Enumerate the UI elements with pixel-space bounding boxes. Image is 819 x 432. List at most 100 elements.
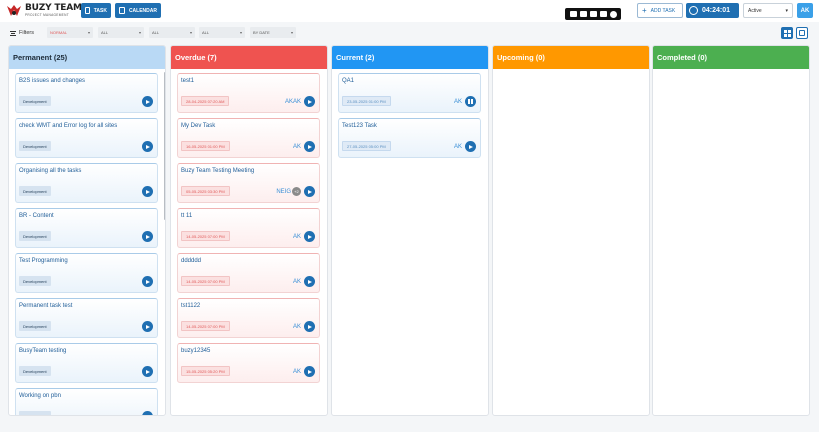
due-date-badge: 14-05-2025 07:00 PM — [181, 276, 230, 286]
category-badge: Development — [19, 186, 51, 196]
task-card[interactable]: dddddd 14-05-2025 07:00 PM AK — [177, 253, 320, 293]
task-card[interactable]: My Dev Task 16-05-2025 01:00 PM AK — [177, 118, 320, 158]
due-date-badge: 14-05-2025 07:00 PM — [181, 321, 230, 331]
assignee-initials: AK — [454, 142, 462, 151]
due-date-badge: 14-05-2025 07:00 PM — [181, 231, 230, 241]
video-icon[interactable] — [589, 11, 597, 17]
sort-select[interactable]: BY DATE ▾ — [250, 27, 296, 38]
scrollbar[interactable] — [164, 72, 165, 220]
add-task-button[interactable]: + ADD TASK — [637, 3, 683, 18]
task-card[interactable]: Buzy Team Testing Meeting 05-05-2025 03:3… — [177, 163, 320, 203]
chevron-down-icon: ▾ — [290, 30, 293, 35]
gear-icon[interactable] — [609, 10, 617, 18]
task-card[interactable]: BusyTeam testing Development — [15, 343, 158, 383]
task-nav-button[interactable]: TASK — [81, 3, 111, 18]
task-card[interactable]: BR - Content Development — [15, 208, 158, 248]
task-title[interactable]: tt 11 — [181, 213, 192, 219]
board-view-button[interactable] — [781, 27, 793, 39]
filter-select-3[interactable]: ALL ▾ — [149, 27, 195, 38]
task-title[interactable]: Buzy Team Testing Meeting — [181, 168, 254, 174]
task-title[interactable]: BR - Content — [19, 213, 54, 219]
play-icon[interactable] — [142, 186, 153, 197]
filter-select-2[interactable]: ALL ▾ — [98, 27, 144, 38]
calendar-view-button[interactable] — [796, 27, 808, 39]
priority-filter[interactable]: NORMAL ▾ — [47, 27, 93, 38]
play-icon[interactable] — [142, 96, 153, 107]
task-card[interactable]: buzy12345 15-05-2025 05:20 PM AK — [177, 343, 320, 383]
column-overdue: Overdue (7) test1 28-04-2025 07:20 AM AKAK… — [170, 45, 328, 416]
calendar-nav-label: CALENDAR — [128, 7, 157, 14]
task-card[interactable]: tt 11 14-05-2025 07:00 PM AK — [177, 208, 320, 248]
task-card[interactable]: QA1 23-05-2025 01:00 PM AK — [338, 73, 481, 113]
task-title[interactable]: B2S issues and changes — [19, 78, 85, 84]
filter-select-4[interactable]: ALL ▾ — [199, 27, 245, 38]
screenshot-icon[interactable] — [569, 11, 577, 17]
task-title[interactable]: Organising all the tasks — [19, 168, 81, 174]
calendar-nav-button[interactable]: CALENDAR — [115, 3, 161, 18]
task-card[interactable]: Working on pbn Development — [15, 388, 158, 415]
task-card[interactable]: check WMT and Error log for all sites Dev… — [15, 118, 158, 158]
chevron-down-icon: ▾ — [138, 30, 141, 35]
top-bar: BUZY TEAM PROJECT MANAGEMENT TASK CALEND… — [0, 0, 819, 22]
play-icon[interactable] — [142, 231, 153, 242]
task-title[interactable]: Test Programming — [19, 258, 68, 264]
play-icon[interactable] — [304, 366, 315, 377]
task-title[interactable]: BusyTeam testing — [19, 348, 66, 354]
play-icon[interactable] — [304, 276, 315, 287]
task-board-app: { "app": { "logo_title": "BUZY TEAM", "l… — [0, 0, 819, 432]
chevron-down-icon: ▾ — [87, 30, 90, 35]
column-permanent: Permanent (25) B2S issues and changes Dev… — [8, 45, 166, 416]
play-icon[interactable] — [142, 411, 153, 415]
assignee-initials: AK — [454, 97, 462, 106]
task-card[interactable]: Permanent task test Development — [15, 298, 158, 338]
calendar-icon — [799, 30, 805, 36]
copy-icon[interactable] — [599, 11, 607, 17]
user-avatar[interactable]: AK — [797, 3, 813, 18]
play-icon[interactable] — [304, 141, 315, 152]
chevron-down-icon: ▾ — [785, 7, 788, 14]
timer-value: 04:24:01 — [702, 7, 731, 14]
filters-toggle[interactable]: Filters — [10, 30, 34, 36]
assignee-initials: NEIG +2 — [276, 187, 301, 196]
play-icon[interactable] — [142, 321, 153, 332]
due-date-badge: 15-05-2025 05:20 PM — [181, 366, 230, 376]
play-icon[interactable] — [304, 231, 315, 242]
task-card[interactable]: Organising all the tasks Development — [15, 163, 158, 203]
task-card[interactable]: B2S issues and changes Development — [15, 73, 158, 113]
play-icon[interactable] — [465, 141, 476, 152]
due-date-badge: 23-05-2025 01:00 PM — [342, 96, 391, 106]
task-card[interactable]: test1 28-04-2025 07:20 AM AKAK — [177, 73, 320, 113]
chevron-down-icon: ▾ — [239, 30, 242, 35]
column-current: Current (2) QA1 23-05-2025 01:00 PM AK Test… — [331, 45, 489, 416]
grid-icon — [783, 29, 791, 37]
assignee-initials: AK — [293, 142, 301, 151]
logo[interactable]: BUZY TEAM PROJECT MANAGEMENT — [6, 2, 82, 20]
assignee-label: AK — [292, 233, 301, 240]
task-title[interactable]: test1 — [181, 78, 194, 84]
category-badge: Development — [19, 321, 51, 331]
status-select[interactable]: Active ▾ — [743, 3, 793, 18]
assignee-initials: AK — [293, 322, 301, 331]
task-title[interactable]: dddddd — [181, 258, 201, 264]
play-icon[interactable] — [304, 186, 315, 197]
play-icon[interactable] — [142, 276, 153, 287]
task-title[interactable]: Permanent task test — [19, 303, 72, 309]
play-icon[interactable] — [304, 321, 315, 332]
task-card[interactable]: Test123 Task 27-05-2025 05:00 PM AK — [338, 118, 481, 158]
clock-icon — [689, 6, 698, 15]
camera-icon[interactable] — [579, 11, 587, 17]
play-icon[interactable] — [304, 96, 315, 107]
task-title[interactable]: tst1122 — [181, 303, 200, 309]
task-title[interactable]: check WMT and Error log for all sites — [19, 123, 117, 129]
task-card[interactable]: Test Programming Development — [15, 253, 158, 293]
task-title[interactable]: Working on pbn — [19, 393, 61, 399]
play-icon[interactable] — [142, 141, 153, 152]
task-card[interactable]: tst1122 14-05-2025 07:00 PM AK — [177, 298, 320, 338]
play-icon[interactable] — [142, 366, 153, 377]
task-title[interactable]: My Dev Task — [181, 123, 215, 129]
work-timer[interactable]: 04:24:01 — [686, 3, 739, 18]
task-title[interactable]: QA1 — [342, 78, 354, 84]
task-title[interactable]: Test123 Task — [342, 123, 377, 129]
pause-icon[interactable] — [465, 96, 476, 107]
task-title[interactable]: buzy12345 — [181, 348, 210, 354]
